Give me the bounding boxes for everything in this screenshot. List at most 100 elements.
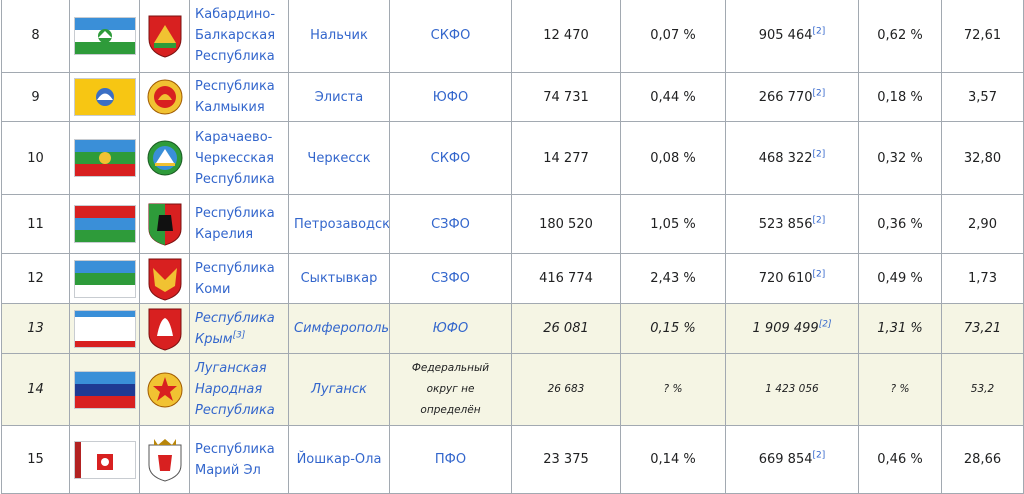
footnote-ref[interactable]: [2] <box>813 451 826 461</box>
lugansk-flag-icon[interactable] <box>75 371 135 408</box>
district-cell[interactable]: СКФО <box>389 0 512 73</box>
lugansk-coat-of-arms-icon[interactable] <box>146 367 184 413</box>
row-number: 14 <box>1 353 70 426</box>
region-name[interactable]: Республика Карелия <box>189 194 289 254</box>
area-percent-cell: 0,44 % <box>620 72 726 122</box>
table-row: 14 Луганская Народная Республика Луганск… <box>1 353 1024 426</box>
capital-cell[interactable]: Петрозаводск <box>288 194 390 254</box>
district-cell[interactable]: ПФО <box>389 425 512 494</box>
population-percent-cell: 0,62 % <box>858 0 942 73</box>
kabardino-balkaria-coat-of-arms-icon[interactable] <box>146 13 184 59</box>
karachay-cherkessia-flag-icon[interactable] <box>75 140 135 176</box>
area-cell: 180 520 <box>511 194 621 254</box>
region-name[interactable]: Республика Калмыкия <box>189 72 289 122</box>
flag-cell <box>69 121 140 195</box>
density-cell: 28,66 <box>941 425 1024 494</box>
table-row: 13 Республика Крым[3] Симферополь ЮФО 26… <box>1 303 1024 354</box>
capital-cell[interactable]: Сыктывкар <box>288 253 390 304</box>
table-row: 11 Республика Карелия Петрозаводск СЗФО … <box>1 194 1024 254</box>
population-percent-cell: ? % <box>858 353 942 426</box>
density-cell: 3,57 <box>941 72 1024 122</box>
population-percent-cell: 0,49 % <box>858 253 942 304</box>
district-cell[interactable]: ЮФО <box>389 72 512 122</box>
area-cell: 26 683 <box>511 353 621 426</box>
coat-cell <box>139 194 190 254</box>
region-name[interactable]: Республика Марий Эл <box>189 425 289 494</box>
region-name[interactable]: Кабардино-Балкарская Республика <box>189 0 289 73</box>
region-name[interactable]: Луганская Народная Республика <box>189 353 289 426</box>
crimea-flag-icon[interactable] <box>75 310 135 347</box>
district-cell[interactable]: ЮФО <box>389 303 512 354</box>
coat-cell <box>139 303 190 354</box>
population-cell: 720 610[2] <box>725 253 859 304</box>
population-percent-cell: 0,36 % <box>858 194 942 254</box>
population-percent-cell: 1,31 % <box>858 303 942 354</box>
karelia-coat-of-arms-icon[interactable] <box>146 201 184 247</box>
region-name[interactable]: Республика Крым[3] <box>189 303 289 354</box>
row-number: 15 <box>1 425 70 494</box>
capital-cell[interactable]: Симферополь <box>288 303 390 354</box>
coat-cell <box>139 72 190 122</box>
karelia-flag-icon[interactable] <box>75 206 135 242</box>
footnote-ref[interactable]: [2] <box>819 320 832 330</box>
table-row: 8 Кабардино-Балкарская Республика Нальчи… <box>1 0 1024 73</box>
population-cell: 1 909 499[2] <box>725 303 859 354</box>
flag-cell <box>69 194 140 254</box>
footnote-ref[interactable]: [2] <box>813 149 826 159</box>
density-cell: 2,90 <box>941 194 1024 254</box>
area-cell: 12 470 <box>511 0 621 73</box>
district-cell[interactable]: СКФО <box>389 121 512 195</box>
area-cell: 74 731 <box>511 72 621 122</box>
kalmykia-flag-icon[interactable] <box>75 79 135 115</box>
capital-cell[interactable]: Нальчик <box>288 0 390 73</box>
table-row: 10 Карачаево-Черкесская Республика Черке… <box>1 121 1024 195</box>
capital-cell[interactable]: Йошкар-Ола <box>288 425 390 494</box>
population-cell: 905 464[2] <box>725 0 859 73</box>
row-number: 9 <box>1 72 70 122</box>
mari-el-coat-of-arms-icon[interactable] <box>146 437 184 483</box>
area-cell: 14 277 <box>511 121 621 195</box>
region-name[interactable]: Карачаево-Черкесская Республика <box>189 121 289 195</box>
area-percent-cell: 1,05 % <box>620 194 726 254</box>
area-cell: 23 375 <box>511 425 621 494</box>
capital-cell[interactable]: Черкесск <box>288 121 390 195</box>
flag-cell <box>69 425 140 494</box>
coat-cell <box>139 121 190 195</box>
footnote-ref[interactable]: [2] <box>813 270 826 280</box>
komi-coat-of-arms-icon[interactable] <box>146 256 184 302</box>
row-number: 10 <box>1 121 70 195</box>
population-cell: 523 856[2] <box>725 194 859 254</box>
area-percent-cell: 0,14 % <box>620 425 726 494</box>
footnote-ref[interactable]: [2] <box>813 215 826 225</box>
area-percent-cell: 0,08 % <box>620 121 726 195</box>
table-row: 9 Республика Калмыкия Элиста ЮФО 74 731 … <box>1 72 1024 122</box>
district-cell[interactable]: СЗФО <box>389 253 512 304</box>
population-cell: 1 423 056 <box>725 353 859 426</box>
density-cell: 32,80 <box>941 121 1024 195</box>
population-percent-cell: 0,18 % <box>858 72 942 122</box>
population-percent-cell: 0,46 % <box>858 425 942 494</box>
coat-cell <box>139 253 190 304</box>
coat-cell <box>139 353 190 426</box>
flag-cell <box>69 253 140 304</box>
population-cell: 266 770[2] <box>725 72 859 122</box>
area-percent-cell: 0,07 % <box>620 0 726 73</box>
density-cell: 73,21 <box>941 303 1024 354</box>
region-name[interactable]: Республика Коми <box>189 253 289 304</box>
row-number: 8 <box>1 0 70 73</box>
mari-el-flag-icon[interactable] <box>75 441 135 478</box>
footnote-ref[interactable]: [2] <box>813 88 826 98</box>
footnote-ref[interactable]: [3] <box>233 330 246 340</box>
karachay-cherkessia-coat-of-arms-icon[interactable] <box>146 135 184 181</box>
coat-cell <box>139 0 190 73</box>
district-cell: Федеральный округ не определён <box>389 353 512 426</box>
capital-cell[interactable]: Элиста <box>288 72 390 122</box>
footnote-ref[interactable]: [2] <box>813 27 826 37</box>
komi-flag-icon[interactable] <box>75 260 135 297</box>
capital-cell[interactable]: Луганск <box>288 353 390 426</box>
district-cell[interactable]: СЗФО <box>389 194 512 254</box>
kalmykia-coat-of-arms-icon[interactable] <box>146 74 184 120</box>
population-cell: 468 322[2] <box>725 121 859 195</box>
crimea-coat-of-arms-icon[interactable] <box>146 306 184 352</box>
kabardino-balkaria-flag-icon[interactable] <box>75 17 135 54</box>
